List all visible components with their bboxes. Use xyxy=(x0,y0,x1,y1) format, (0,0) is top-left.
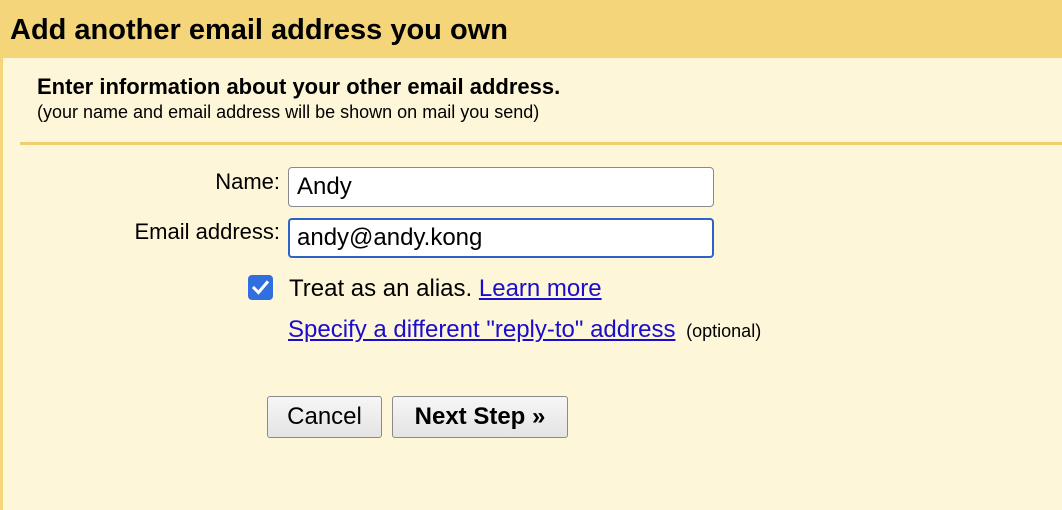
dialog-header: Add another email address you own xyxy=(0,0,1062,58)
name-label: Name: xyxy=(215,169,280,194)
checkmark-icon xyxy=(251,280,270,295)
next-step-button[interactable]: Next Step » xyxy=(392,396,568,438)
optional-note: (optional) xyxy=(686,321,762,341)
cancel-button[interactable]: Cancel xyxy=(267,396,382,438)
reply-to-row: Specify a different "reply-to" address (… xyxy=(288,316,761,345)
email-label: Email address: xyxy=(134,219,280,244)
reply-to-link[interactable]: Specify a different "reply-to" address xyxy=(288,316,675,343)
dialog-title: Add another email address you own xyxy=(10,14,508,46)
intro-section: Enter information about your other email… xyxy=(37,74,560,123)
dialog-left-border xyxy=(0,58,3,510)
intro-subtext: (your name and email address will be sho… xyxy=(37,102,540,122)
learn-more-link[interactable]: Learn more xyxy=(479,275,602,302)
intro-heading: Enter information about your other email… xyxy=(37,74,561,99)
name-input[interactable] xyxy=(288,167,714,207)
alias-label: Treat as an alias. xyxy=(289,275,473,302)
section-divider xyxy=(20,142,1062,145)
email-input[interactable] xyxy=(288,218,714,258)
alias-option: Treat as an alias. Learn more xyxy=(289,275,602,303)
alias-checkbox[interactable] xyxy=(248,275,273,300)
